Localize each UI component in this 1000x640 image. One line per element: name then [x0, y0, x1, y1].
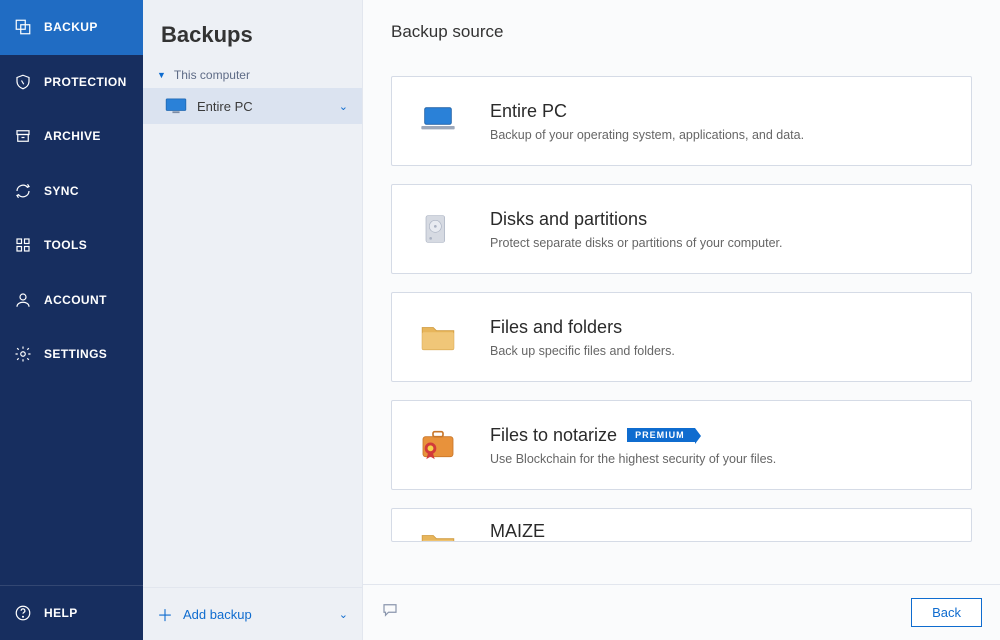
premium-badge: PREMIUM [627, 428, 695, 442]
add-backup-button[interactable]: ＋ Add backup ⌄ [143, 587, 362, 640]
briefcase-seal-icon [414, 421, 462, 469]
sidebar-label: PROTECTION [44, 75, 127, 89]
sidebar-label: TOOLS [44, 238, 87, 252]
card-desc: Back up specific files and folders. [490, 344, 949, 358]
sidebar-item-settings[interactable]: SETTINGS [0, 327, 143, 382]
sidebar-label: ARCHIVE [44, 129, 101, 143]
sidebar-item-tools[interactable]: TOOLS [0, 218, 143, 273]
bottom-bar: Back [363, 584, 1000, 640]
card-desc: Backup of your operating system, applica… [490, 128, 949, 142]
grid-icon [14, 236, 32, 254]
sidebar-label: HELP [44, 606, 78, 620]
sync-icon [14, 182, 32, 200]
nas-folder-icon: NAS [414, 521, 462, 542]
card-disks[interactable]: Disks and partitions Protect separate di… [391, 184, 972, 274]
panel-title: Backups [143, 0, 362, 62]
main-content: Backup source Entire PC Backup of your o… [363, 0, 1000, 640]
sidebar-item-backup[interactable]: BACKUP [0, 0, 143, 55]
add-backup-label: Add backup [183, 607, 252, 622]
card-title: Entire PC [490, 101, 949, 122]
sidebar-item-help[interactable]: HELP [0, 586, 143, 640]
chat-icon[interactable] [381, 601, 399, 624]
gear-icon [14, 345, 32, 363]
folder-icon [414, 313, 462, 361]
sidebar: BACKUP PROTECTION ARCHIVE SYNC [0, 0, 143, 640]
source-cards: Entire PC Backup of your operating syste… [391, 76, 972, 584]
tree-group[interactable]: ▼ This computer [143, 62, 362, 88]
hdd-icon [414, 205, 462, 253]
help-icon [14, 604, 32, 622]
backup-list-panel: Backups ▼ This computer Entire PC ⌄ ＋ Ad… [143, 0, 363, 640]
tree-item-label: Entire PC [197, 99, 253, 114]
page-title: Backup source [391, 22, 972, 42]
user-icon [14, 291, 32, 309]
sidebar-item-sync[interactable]: SYNC [0, 164, 143, 219]
monitor-icon [165, 98, 187, 114]
plus-icon: ＋ [157, 602, 173, 626]
card-title-text: Files to notarize [490, 425, 617, 446]
card-nas[interactable]: NAS MAIZE [391, 508, 972, 542]
sidebar-item-account[interactable]: ACCOUNT [0, 273, 143, 328]
archive-icon [14, 127, 32, 145]
sidebar-item-archive[interactable]: ARCHIVE [0, 109, 143, 164]
tree-group-label: This computer [174, 68, 250, 82]
card-entire-pc[interactable]: Entire PC Backup of your operating syste… [391, 76, 972, 166]
laptop-icon [414, 97, 462, 145]
card-title: Disks and partitions [490, 209, 949, 230]
sidebar-label: SYNC [44, 184, 79, 198]
shield-icon [14, 73, 32, 91]
sidebar-label: BACKUP [44, 20, 98, 34]
card-notarize[interactable]: Files to notarize PREMIUM Use Blockchain… [391, 400, 972, 490]
sidebar-item-protection[interactable]: PROTECTION [0, 55, 143, 110]
caret-down-icon: ▼ [157, 70, 166, 80]
card-title: MAIZE [490, 521, 949, 542]
chevron-down-icon: ⌄ [339, 608, 348, 621]
card-files-folders[interactable]: Files and folders Back up specific files… [391, 292, 972, 382]
backup-icon [14, 18, 32, 36]
back-button[interactable]: Back [911, 598, 982, 627]
chevron-down-icon: ⌄ [339, 100, 348, 113]
sidebar-label: ACCOUNT [44, 293, 107, 307]
card-desc: Protect separate disks or partitions of … [490, 236, 949, 250]
tree-item-entire-pc[interactable]: Entire PC ⌄ [143, 88, 362, 124]
card-desc: Use Blockchain for the highest security … [490, 452, 949, 466]
sidebar-label: SETTINGS [44, 347, 107, 361]
card-title: Files to notarize PREMIUM [490, 425, 949, 446]
card-title: Files and folders [490, 317, 949, 338]
